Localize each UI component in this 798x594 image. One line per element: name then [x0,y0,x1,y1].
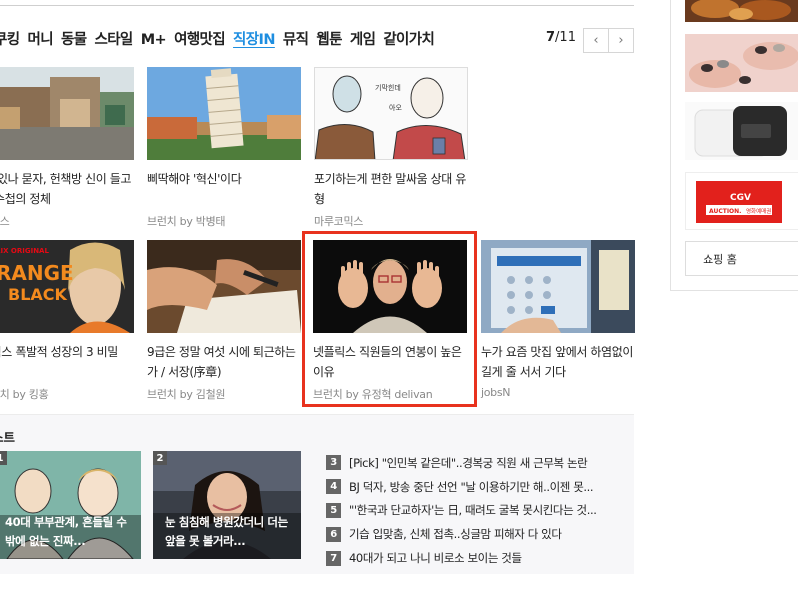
chevron-left-icon: ‹ [593,33,599,48]
prev-page-button[interactable]: ‹ [583,28,609,53]
list-item-text[interactable]: [Pick] "인민복 같은데"..경복궁 직원 새 근무복 논란 [349,455,588,471]
card-title[interactable]: 포기하는게 편한 말싸움 상대 유형 [314,169,470,209]
shopping-item-thumbnail[interactable] [685,102,798,160]
card-thumbnail[interactable] [147,240,301,333]
list-item[interactable]: 3 [Pick] "인민복 같은데"..경복궁 직원 새 근무복 논란 [326,451,626,475]
content-card[interactable]: 책' 있나 묻자, 헌책방 신이 들고온 수첩의 정체 아뉴스 [0,67,136,229]
rank-badge: 1 [0,451,7,465]
page-indicator: 7/11 [546,30,576,45]
next-page-button[interactable]: › [608,28,634,53]
black-title-text: BLACK [8,285,68,304]
list-item[interactable]: 4 BJ 덕자, 방송 중단 선언 "날 이용하기만 해..이젠 못... [326,475,626,499]
comic-bubble-text: 아오 [389,103,402,112]
card-title[interactable]: 9급은 정말 여섯 시에 퇴근하는가 / 서장(序章) [147,342,303,382]
rank-badge: 2 [153,451,167,465]
comic-bubble-text: 기막힌데 [375,83,401,92]
tab-animal[interactable]: 동물 [61,28,87,49]
rank-number: 7 [326,550,341,566]
rank-number: 6 [326,526,341,542]
shopping-sidebar: CGV AUCTION. 영화예매권 쇼핑 홈 [670,0,798,291]
card-source: 마루코믹스 [314,215,364,228]
cgv-auction-banner[interactable]: CGV AUCTION. 영화예매권 [685,172,798,230]
card-thumbnail[interactable]: LIX ORIGINAL RANGE BLACK [0,240,134,333]
best-section-title: 스트 [0,430,16,445]
card-thumbnail[interactable] [147,67,301,160]
best-big-caption[interactable]: 눈 침침해 병원갔더니 더는 앞을 못 볼거라... [165,513,295,551]
category-tabs: 쿠킹 머니 동물 스타일 M+ 여행맛집 직장IN 뮤직 웹툰 게임 같이가치 [0,28,442,49]
auction-label: AUCTION. [709,208,741,215]
card-source: 아뉴스 [0,215,10,228]
shopping-item-thumbnail[interactable] [685,34,798,92]
card-thumbnail[interactable]: 기막힌데 아오 [314,67,468,160]
category-bar: 쿠킹 머니 동물 스타일 M+ 여행맛집 직장IN 뮤직 웹툰 게임 같이가치 7/11 ‹ › [0,28,640,53]
rank-number: 5 [326,502,341,518]
shopping-home-button[interactable]: 쇼핑 홈 [685,241,755,276]
page-total: /11 [555,30,576,45]
content-card[interactable]: LIX ORIGINAL RANGE BLACK 플릭스 폭발적 성장의 3 비… [0,240,136,402]
tab-style[interactable]: 스타일 [94,28,133,49]
best-big-item[interactable]: 2 눈 침침해 병원갔더니 더는 앞을 못 볼거라... [153,451,301,559]
shopping-item-thumbnail[interactable] [685,0,798,22]
card-thumbnail[interactable] [481,240,635,333]
tab-travel-food[interactable]: 여행맛집 [174,28,226,49]
card-source: 브런치 by 김철원 [147,388,226,401]
list-item[interactable]: 6 기습 입맞춤, 신체 접촉..싱글맘 피해자 다 있다 [326,522,626,546]
promo-label: 영화예매권 [746,207,771,215]
card-title[interactable]: 넷플릭스 직원들의 연봉이 높은 이유 [313,342,466,382]
list-item-text[interactable]: BJ 덕자, 방송 중단 선언 "날 이용하기만 해..이젠 못... [349,479,594,495]
card-title[interactable]: 삐딱해야 '혁신'이다 [147,169,303,209]
card-title[interactable]: 책' 있나 묻자, 헌책방 신이 들고온 수첩의 정체 [0,169,136,209]
list-item-text[interactable]: 40대가 되고 나니 비로소 보이는 것들 [349,550,522,566]
tab-cooking[interactable]: 쿠킹 [0,28,20,49]
content-card-highlighted[interactable]: 넷플릭스 직원들의 연봉이 높은 이유 브런치 by 유정혁 delivan [302,231,477,407]
orange-title-text: RANGE [0,261,74,285]
rank-number: 4 [326,479,341,495]
content-card[interactable]: 삐딱해야 '혁신'이다 브런치 by 박병태 [147,67,303,229]
list-item[interactable]: 7 40대가 되고 나니 비로소 보이는 것들 [326,546,626,570]
best-section: 스트 1 40대 부부관계, 흔들릴 수밖에 없는 진짜... 2 눈 침침해 … [0,414,634,574]
card-source: 브런치 by 킹홍 [0,388,49,401]
content-card[interactable]: 9급은 정말 여섯 시에 퇴근하는가 / 서장(序章) 브런치 by 김철원 [147,240,303,402]
card-source: jobsN [481,386,511,399]
content-card[interactable]: 기막힌데 아오 포기하는게 편한 말싸움 상대 유형 마루코믹스 [314,67,470,229]
content-card[interactable]: 누가 요즘 맛집 앞에서 하염없이 길게 줄 서서 기다 jobsN [481,240,637,399]
list-item[interactable]: 5 "'한국과 단교하자'는 日, 때려도 굴복 못시킨다는 것... [326,499,626,523]
tab-together[interactable]: 같이가치 [383,28,435,49]
best-rank-list: 3 [Pick] "인민복 같은데"..경복궁 직원 새 근무복 논란 4 BJ 덕… [326,451,626,570]
card-title[interactable]: 누가 요즘 맛집 앞에서 하염없이 길게 줄 서서 기다 [481,342,637,382]
card-title[interactable]: 플릭스 폭발적 성장의 3 비밀 [0,342,136,382]
list-item-text[interactable]: 기습 입맞춤, 신체 접촉..싱글맘 피해자 다 있다 [349,526,562,542]
card-thumbnail[interactable] [313,240,467,333]
list-item-text[interactable]: "'한국과 단교하자'는 日, 때려도 굴복 못시킨다는 것... [349,502,597,518]
cgv-logo: CGV [730,193,751,203]
tab-mplus[interactable]: M+ [141,32,167,48]
top-divider [0,5,634,6]
card-source: 브런치 by 유정혁 delivan [313,388,433,401]
card-thumbnail[interactable] [0,67,134,160]
best-big-item[interactable]: 1 40대 부부관계, 흔들릴 수밖에 없는 진짜... [0,451,141,559]
netflix-label: LIX ORIGINAL [0,247,49,255]
shopping-secondary-button[interactable] [754,241,798,276]
rank-number: 3 [326,455,341,471]
tab-money[interactable]: 머니 [27,28,53,49]
tab-work-in[interactable]: 직장IN [233,28,275,49]
page-current: 7 [546,30,556,45]
tab-game[interactable]: 게임 [350,28,376,49]
tab-music[interactable]: 뮤직 [283,28,309,49]
best-big-caption[interactable]: 40대 부부관계, 흔들릴 수밖에 없는 진짜... [5,513,135,551]
card-source: 브런치 by 박병태 [147,215,226,228]
tab-webtoon[interactable]: 웹툰 [316,28,342,49]
chevron-right-icon: › [618,33,624,48]
